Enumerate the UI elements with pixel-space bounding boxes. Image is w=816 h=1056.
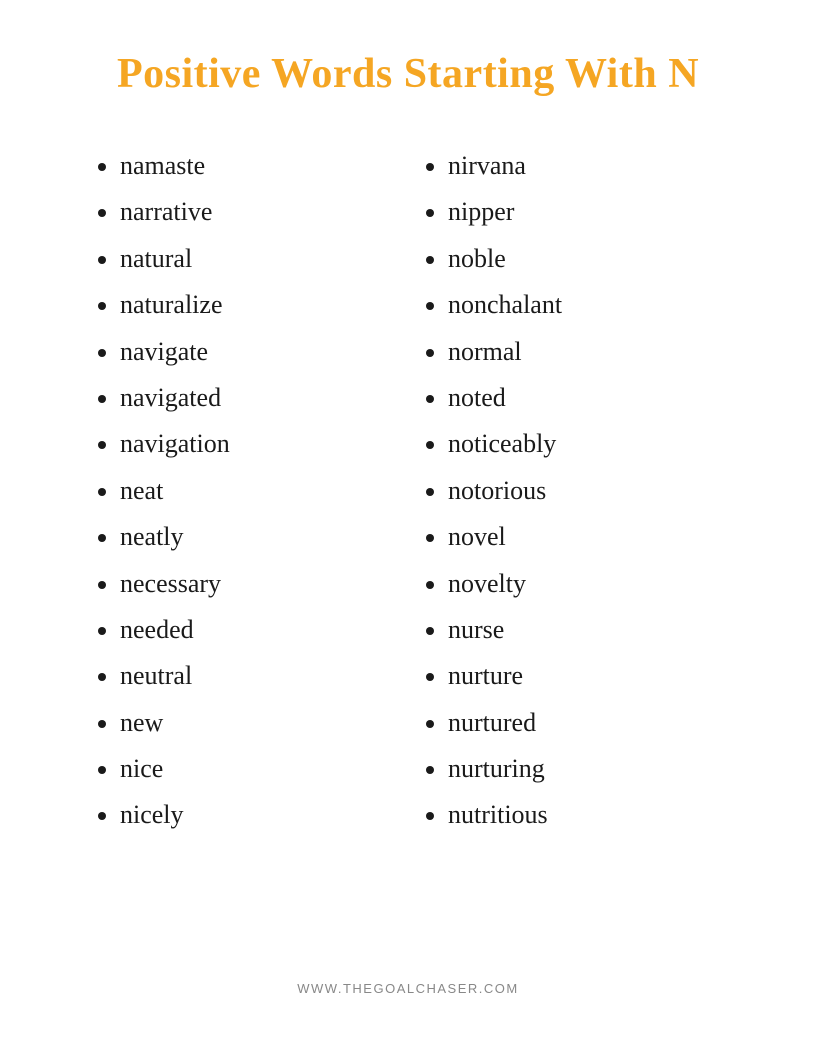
list-item: noble (448, 241, 736, 277)
footer-text: WWW.THEGOALCHASER.COM (297, 941, 518, 1016)
list-item: nurse (448, 612, 736, 648)
list-item: notorious (448, 473, 736, 509)
list-item: novel (448, 519, 736, 555)
list-item: navigation (120, 426, 408, 462)
list-item: natural (120, 241, 408, 277)
list-item: naturalize (120, 287, 408, 323)
list-item: new (120, 705, 408, 741)
list-item: nice (120, 751, 408, 787)
list-item: needed (120, 612, 408, 648)
list-item: nurtured (448, 705, 736, 741)
list-item: nirvana (448, 148, 736, 184)
list-item: noticeably (448, 426, 736, 462)
list-item: nutritious (448, 797, 736, 833)
word-columns: namaste narrative natural naturalize navigat… (60, 148, 756, 844)
list-item: navigated (120, 380, 408, 416)
list-item: nicely (120, 797, 408, 833)
list-item: nonchalant (448, 287, 736, 323)
page-title: Positive Words Starting With N (117, 50, 699, 98)
list-item: noted (448, 380, 736, 416)
right-column: nirvana nipper noble nonchalant normal noted n… (408, 148, 736, 844)
list-item: neutral (120, 658, 408, 694)
list-item: normal (448, 334, 736, 370)
list-item: namaste (120, 148, 408, 184)
list-item: neat (120, 473, 408, 509)
list-item: novelty (448, 566, 736, 602)
list-item: nurturing (448, 751, 736, 787)
page-container: Positive Words Starting With N namastena… (0, 0, 816, 1056)
list-item: narrative (120, 194, 408, 230)
list-item: neatly (120, 519, 408, 555)
left-column: namaste narrative natural naturalize navigat… (80, 148, 408, 844)
list-item: nurture (448, 658, 736, 694)
list-item: navigate (120, 334, 408, 370)
list-item: necessary (120, 566, 408, 602)
list-item: nipper (448, 194, 736, 230)
